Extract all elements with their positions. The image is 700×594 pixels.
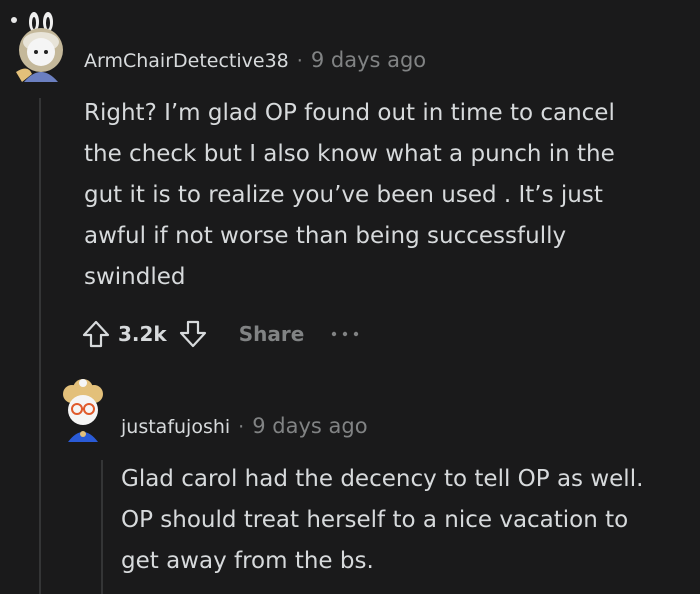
user-avatar[interactable]: [58, 378, 108, 442]
comment-username[interactable]: ArmChairDetective38: [84, 50, 289, 72]
comment-body-line: OP should treat herself to a nice vacati…: [121, 507, 629, 533]
downvote-icon: [179, 320, 206, 348]
comment-timestamp[interactable]: 9 days ago: [311, 48, 426, 72]
comment-body-line: Right? I’m glad OP found out in time to …: [84, 100, 615, 126]
comment-timestamp[interactable]: 9 days ago: [252, 414, 367, 438]
comment-body: Glad carol had the decency to tell OP as…: [121, 459, 696, 582]
thread-line-reply[interactable]: [101, 460, 103, 594]
comment-body-line: get away from the bs.: [121, 548, 374, 574]
comment-body-line: gut it is to realize you’ve been used . …: [84, 182, 603, 208]
meta-separator: ·: [238, 416, 245, 438]
vote-score: 3.2k: [118, 322, 167, 346]
downvote-button[interactable]: [175, 316, 211, 352]
comment-actions: 3.2k Share: [78, 316, 360, 352]
thread-line-parent[interactable]: [39, 98, 41, 594]
share-button[interactable]: Share: [239, 322, 305, 346]
comment-body-line: the check but I also know what a punch i…: [84, 141, 615, 167]
comment-body-line: awful if not worse than being successful…: [84, 223, 567, 249]
upvote-button[interactable]: [78, 316, 114, 352]
comment-username[interactable]: justafujoshi: [121, 416, 230, 438]
meta-separator: ·: [296, 50, 303, 72]
comment-body: Right? I’m glad OP found out in time to …: [84, 93, 684, 298]
more-options-icon: [332, 331, 359, 337]
comment-body-line: swindled: [84, 264, 186, 290]
upvote-icon: [82, 320, 110, 348]
more-options-button[interactable]: [330, 324, 360, 344]
comment-body-line: Glad carol had the decency to tell OP as…: [121, 466, 644, 492]
user-avatar[interactable]: [8, 12, 74, 84]
